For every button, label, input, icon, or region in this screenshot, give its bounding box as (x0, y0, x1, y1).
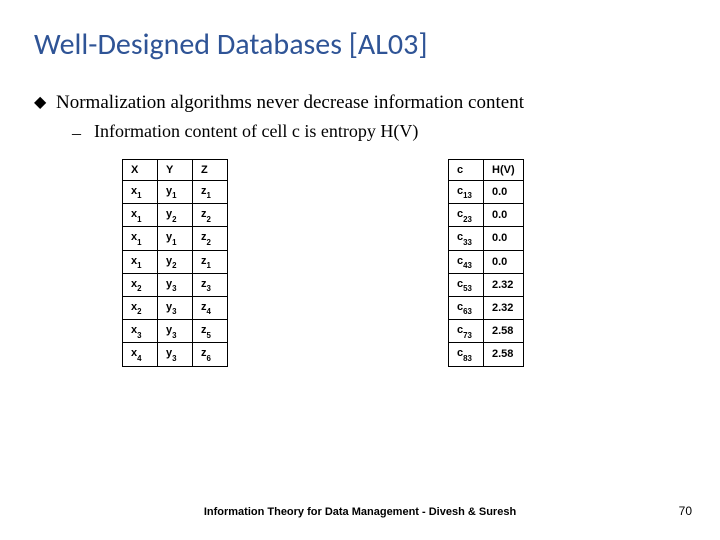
table-cell: x1 (123, 250, 158, 273)
table-row: c130.0 (449, 181, 524, 204)
table-row: x1y1z2 (123, 227, 228, 250)
table-row: c832.58 (449, 343, 524, 366)
table-row: x4y3z6 (123, 343, 228, 366)
slide: Well-Designed Databases [AL03] ◆ Normali… (0, 0, 720, 540)
bullet-level-2: – Information content of cell c is entro… (72, 121, 686, 145)
table-cell: y1 (158, 181, 193, 204)
table-cell: x4 (123, 343, 158, 366)
table-cell: c43 (449, 250, 484, 273)
table-cell: 2.58 (484, 343, 524, 366)
table-cell: z2 (193, 227, 228, 250)
footer-text: Information Theory for Data Management -… (0, 506, 720, 518)
table-row: c230.0 (449, 204, 524, 227)
table-cell: 0.0 (484, 181, 524, 204)
table-cell: z1 (193, 181, 228, 204)
subbullet-text: Information content of cell c is entropy… (94, 121, 418, 142)
table-cell: z5 (193, 320, 228, 343)
table-row: x1y2z1 (123, 250, 228, 273)
table-cell: 2.32 (484, 273, 524, 296)
table-cell: y3 (158, 320, 193, 343)
table-cell: x1 (123, 204, 158, 227)
table-cell: 0.0 (484, 250, 524, 273)
table-cell: y3 (158, 273, 193, 296)
left-table: XYZ x1y1z1x1y2z2x1y1z2x1y2z1x2y3z3x2y3z4… (122, 159, 228, 367)
table-row: x1y1z1 (123, 181, 228, 204)
table-row: c732.58 (449, 320, 524, 343)
table-cell: x2 (123, 296, 158, 319)
table-cell: y2 (158, 250, 193, 273)
table-header: X (123, 160, 158, 181)
table-cell: z1 (193, 250, 228, 273)
table-row: c632.32 (449, 296, 524, 319)
table-cell: x3 (123, 320, 158, 343)
table-cell: c73 (449, 320, 484, 343)
table-row: x2y3z4 (123, 296, 228, 319)
table-cell: y1 (158, 227, 193, 250)
table-header: H(V) (484, 160, 524, 181)
table-header: Y (158, 160, 193, 181)
table-row: c330.0 (449, 227, 524, 250)
table-cell: y3 (158, 343, 193, 366)
table-row: x3y3z5 (123, 320, 228, 343)
table-cell: z4 (193, 296, 228, 319)
right-table: cH(V) c130.0c230.0c330.0c430.0c532.32c63… (448, 159, 524, 367)
table-cell: x1 (123, 227, 158, 250)
table-cell: c63 (449, 296, 484, 319)
tables-wrap: XYZ x1y1z1x1y2z2x1y1z2x1y2z1x2y3z3x2y3z4… (122, 159, 686, 367)
table-row: c532.32 (449, 273, 524, 296)
table-cell: c23 (449, 204, 484, 227)
table-cell: 0.0 (484, 227, 524, 250)
dash-icon: – (72, 121, 94, 145)
table-row: c430.0 (449, 250, 524, 273)
bullet-text: Normalization algorithms never decrease … (56, 91, 524, 115)
table-cell: y3 (158, 296, 193, 319)
table-cell: z3 (193, 273, 228, 296)
table-cell: x2 (123, 273, 158, 296)
table-cell: c33 (449, 227, 484, 250)
table-cell: z2 (193, 204, 228, 227)
table-header: c (449, 160, 484, 181)
bullet-level-1: ◆ Normalization algorithms never decreas… (34, 91, 686, 115)
page-number: 70 (679, 504, 692, 518)
table-row: x1y2z2 (123, 204, 228, 227)
table-cell: 2.32 (484, 296, 524, 319)
slide-title: Well-Designed Databases [AL03] (34, 26, 686, 63)
table-cell: c13 (449, 181, 484, 204)
diamond-icon: ◆ (34, 91, 56, 115)
table-cell: y2 (158, 204, 193, 227)
table-cell: 0.0 (484, 204, 524, 227)
table-header: Z (193, 160, 228, 181)
table-cell: z6 (193, 343, 228, 366)
table-cell: c53 (449, 273, 484, 296)
table-cell: x1 (123, 181, 158, 204)
table-cell: c83 (449, 343, 484, 366)
table-cell: 2.58 (484, 320, 524, 343)
table-row: x2y3z3 (123, 273, 228, 296)
